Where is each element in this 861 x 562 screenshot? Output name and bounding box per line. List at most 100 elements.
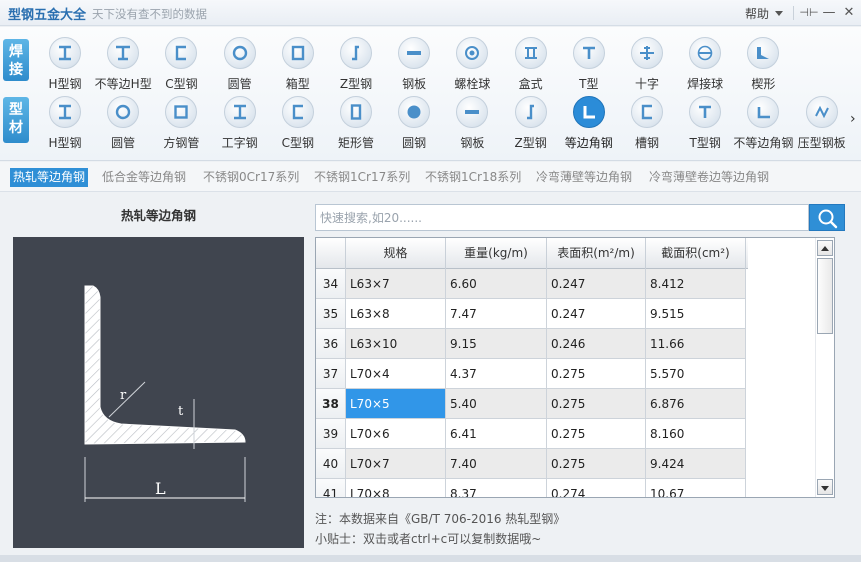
table-row[interactable]: 40 L70×7 7.40 0.275 9.424: [316, 449, 748, 479]
table-cell[interactable]: 0.247: [547, 299, 646, 329]
column-header[interactable]: 表面积(m²/m): [547, 238, 646, 269]
table-cell[interactable]: 8.160: [646, 419, 746, 449]
table-cell[interactable]: 7.40: [446, 449, 547, 479]
subtype-tab[interactable]: 热轧等边角钢: [10, 168, 89, 187]
help-menu-button[interactable]: 帮助: [745, 5, 769, 22]
profile-item[interactable]: 等边角钢: [559, 96, 619, 152]
subtype-tab[interactable]: 不锈钢0Cr17系列: [203, 168, 299, 187]
subtype-tab[interactable]: 不锈钢1Cr18系列: [425, 168, 521, 187]
table-cell[interactable]: 5.570: [646, 359, 746, 389]
chevron-down-icon[interactable]: [775, 11, 783, 16]
table-cell[interactable]: L63×7: [346, 269, 446, 299]
profile-item[interactable]: 圆管: [93, 96, 153, 152]
subtype-tabs: 热轧等边角钢 低合金等边角钢 不锈钢0Cr17系列 不锈钢1Cr17系列 不锈钢1Cr1…: [0, 162, 861, 192]
profile-item[interactable]: 矩形管: [326, 96, 386, 152]
subtype-tab[interactable]: 冷弯薄壁等边角钢: [536, 168, 632, 187]
table-row[interactable]: 34 L63×7 6.60 0.247 8.412: [316, 269, 748, 299]
weld-item[interactable]: T型: [559, 37, 619, 93]
table-row[interactable]: 38 L70×5 5.40 0.275 6.876: [316, 389, 748, 419]
weld-item[interactable]: 楔形: [733, 37, 793, 93]
weld-item[interactable]: 盒式: [501, 37, 561, 93]
table-cell[interactable]: 0.247: [547, 269, 646, 299]
profile-item[interactable]: 圆钢: [384, 96, 444, 152]
search-button[interactable]: [809, 204, 845, 231]
weld-item[interactable]: 焊接球: [675, 37, 735, 93]
table-cell[interactable]: L63×8: [346, 299, 446, 329]
profile-item[interactable]: H型钢: [35, 96, 95, 152]
table-cell[interactable]: 4.37: [446, 359, 547, 389]
table-cell[interactable]: 11.66: [646, 329, 746, 359]
i-beam-icon: [223, 96, 256, 128]
table-cell[interactable]: 8.37: [446, 479, 547, 497]
table-cell[interactable]: 8.412: [646, 269, 746, 299]
table-cell[interactable]: 6.41: [446, 419, 547, 449]
table-cell[interactable]: 0.275: [547, 359, 646, 389]
table-cell[interactable]: 0.274: [547, 479, 646, 497]
profile-item[interactable]: 方钢管: [151, 96, 211, 152]
weld-item[interactable]: 箱型: [268, 37, 328, 93]
table-cell[interactable]: 9.515: [646, 299, 746, 329]
category-toolbar: 焊 接 型 材 H型钢 不等边H型 C型钢 圆管 箱型 Z型钢 钢板 螺栓球 盒式 T型 十字 焊接球…: [0, 27, 861, 161]
table-row[interactable]: 37 L70×4 4.37 0.275 5.570: [316, 359, 748, 389]
subtype-tab[interactable]: 低合金等边角钢: [102, 168, 186, 187]
weld-label-line1: 焊: [9, 44, 23, 60]
table-row[interactable]: 35 L63×8 7.47 0.247 9.515: [316, 299, 748, 329]
table-cell[interactable]: 0.275: [547, 419, 646, 449]
equal-angle-drawing: r t L: [84, 285, 246, 502]
table-cell[interactable]: 9.424: [646, 449, 746, 479]
table-cell[interactable]: 9.15: [446, 329, 547, 359]
profile-item[interactable]: 工字钢: [210, 96, 270, 152]
pin-button[interactable]: ⊣⊢: [799, 3, 819, 23]
column-header[interactable]: 截面积(cm²): [646, 238, 746, 269]
weld-item[interactable]: 十字: [617, 37, 677, 93]
column-header[interactable]: 规格: [346, 238, 446, 269]
table-cell[interactable]: L70×5: [346, 389, 446, 419]
weld-item[interactable]: 钢板: [384, 37, 444, 93]
table-cell[interactable]: L70×8: [346, 479, 446, 497]
table-row[interactable]: 36 L63×10 9.15 0.246 11.66: [316, 329, 748, 359]
profile-item[interactable]: T型钢: [675, 96, 735, 152]
table-cell[interactable]: 6.60: [446, 269, 547, 299]
table-cell[interactable]: L70×6: [346, 419, 446, 449]
profile-item[interactable]: 不等边角钢: [733, 96, 793, 152]
table-cell[interactable]: 7.47: [446, 299, 547, 329]
scrollbar-thumb[interactable]: [817, 258, 833, 334]
table-cell[interactable]: L70×7: [346, 449, 446, 479]
weld-item[interactable]: H型钢: [35, 37, 95, 93]
table-cell[interactable]: 0.246: [547, 329, 646, 359]
profile-item[interactable]: C型钢: [268, 96, 328, 152]
table-cell[interactable]: 5.40: [446, 389, 547, 419]
column-header[interactable]: 重量(kg/m): [446, 238, 547, 269]
scroll-down-button[interactable]: [817, 479, 833, 495]
subtype-tab[interactable]: 冷弯薄壁卷边等边角钢: [649, 168, 769, 187]
profile-item[interactable]: 槽钢: [617, 96, 677, 152]
minimize-button[interactable]: —: [819, 3, 839, 23]
scroll-up-button[interactable]: [817, 240, 833, 256]
search-input[interactable]: [316, 205, 808, 230]
profile-item[interactable]: 钢板: [442, 96, 502, 152]
table-cell[interactable]: 0.275: [547, 449, 646, 479]
table-cell[interactable]: L63×10: [346, 329, 446, 359]
close-button[interactable]: ✕: [839, 3, 859, 23]
profile-item[interactable]: 压型钢板: [792, 96, 852, 152]
profile-item[interactable]: Z型钢: [501, 96, 561, 152]
table-cell[interactable]: 0.275: [547, 389, 646, 419]
vertical-scrollbar[interactable]: [815, 238, 834, 497]
table-cell[interactable]: L70×4: [346, 359, 446, 389]
weld-item[interactable]: C型钢: [151, 37, 211, 93]
square-tube-icon: [165, 96, 198, 128]
weld-item[interactable]: 圆管: [210, 37, 270, 93]
round-bar-icon: [398, 96, 431, 128]
subtype-tab[interactable]: 不锈钢1Cr17系列: [314, 168, 410, 187]
scroll-right-icon[interactable]: ›: [850, 111, 856, 127]
table-cell[interactable]: 10.67: [646, 479, 746, 497]
weld-item[interactable]: Z型钢: [326, 37, 386, 93]
column-header[interactable]: [316, 238, 346, 269]
h-beam-icon: [49, 96, 81, 128]
table-row[interactable]: 39 L70×6 6.41 0.275 8.160: [316, 419, 748, 449]
table-cell[interactable]: 6.876: [646, 389, 746, 419]
weld-item[interactable]: 螺栓球: [442, 37, 502, 93]
weld-item[interactable]: 不等边H型: [93, 37, 153, 93]
table-row[interactable]: 41 L70×8 8.37 0.274 10.67: [316, 479, 748, 497]
z-section-icon: [340, 37, 372, 69]
